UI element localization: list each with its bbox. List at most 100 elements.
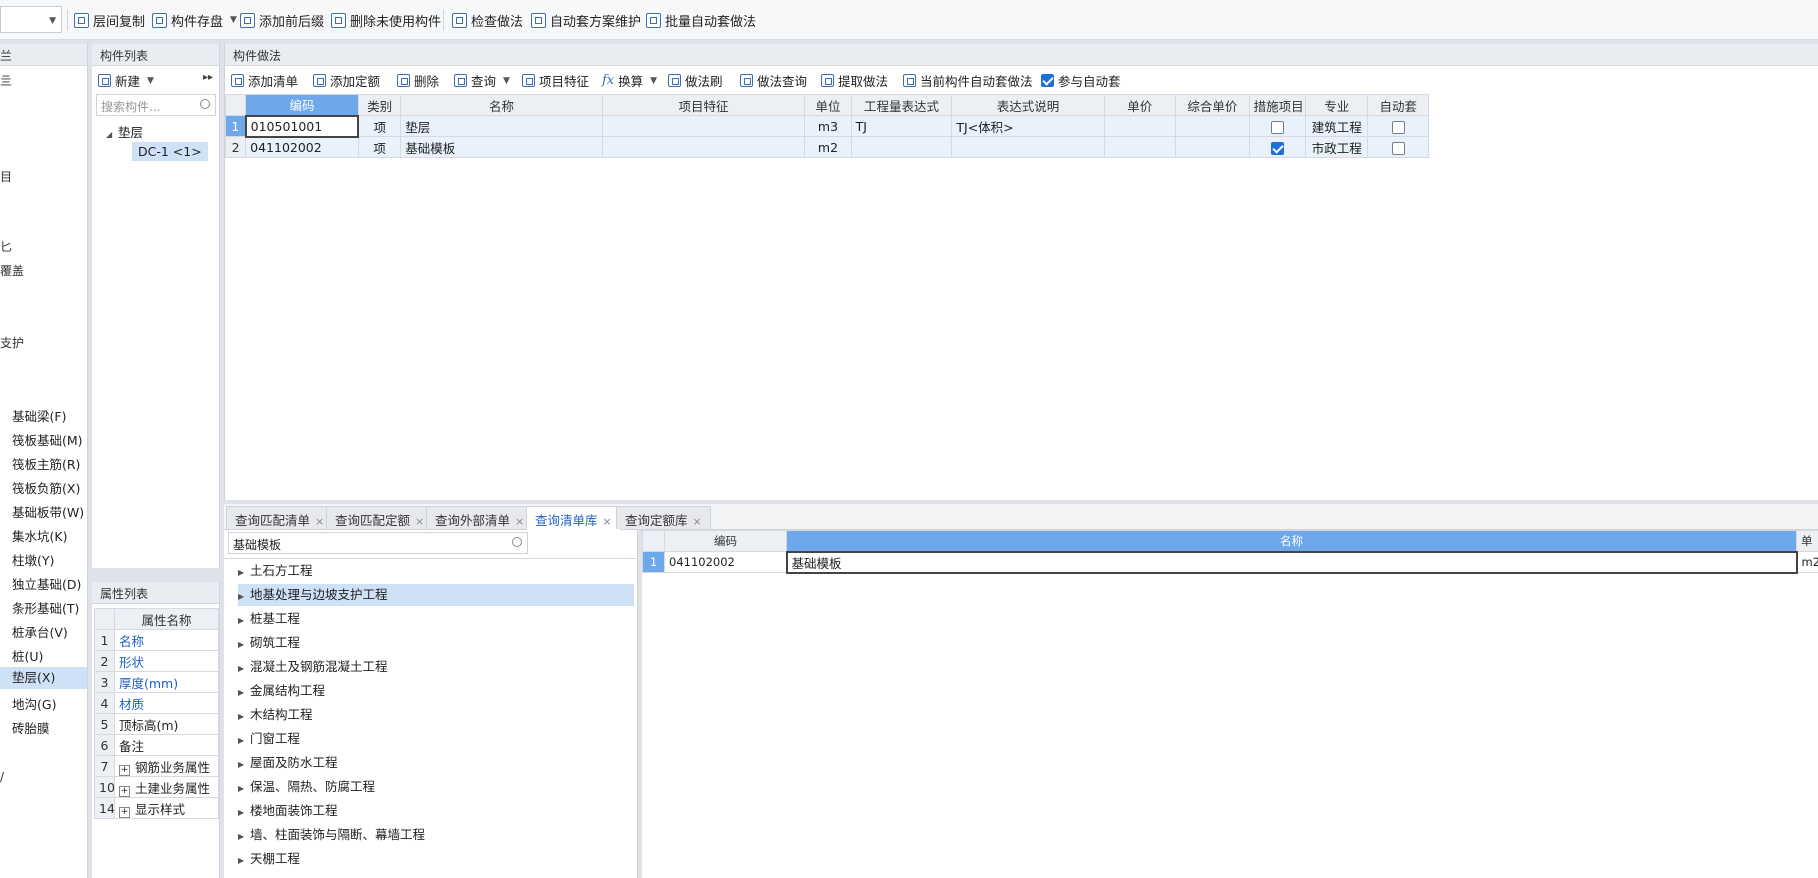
tree-item[interactable]: ▶ 桩基工程 — [238, 608, 634, 630]
header-total-price[interactable]: 综合单价 — [1175, 94, 1250, 116]
query-button[interactable]: 查询 ▼ — [454, 71, 510, 90]
expand-arrow-icon[interactable]: ▶ — [238, 802, 250, 824]
table-row[interactable]: 6 备注 — [94, 734, 219, 756]
collapse-icon[interactable]: ◢ — [106, 130, 118, 139]
expand-arrow-icon[interactable]: ▶ — [238, 754, 250, 776]
header-price[interactable]: 单价 — [1103, 94, 1177, 116]
nav-item-pile[interactable]: 桩(U) — [12, 646, 43, 665]
expand-arrow-icon[interactable]: ▶ — [238, 730, 250, 752]
code-cell[interactable]: 010501001 — [244, 114, 360, 138]
expand-arrow-icon[interactable]: ▶ — [238, 826, 250, 848]
floor-select[interactable]: ▼ — [0, 6, 62, 33]
tree-item[interactable]: ▶ 楼地面装饰工程 — [238, 800, 634, 822]
header-expr-desc[interactable]: 表达式说明 — [951, 94, 1105, 116]
project-feature-button[interactable]: 项目特征 — [522, 71, 589, 90]
measure-checkbox[interactable] — [1270, 141, 1284, 155]
auto-apply-button[interactable]: 当前构件自动套做法 — [903, 71, 1033, 90]
tab-quota-library[interactable]: 查询定额库 × — [616, 506, 711, 529]
auto-scheme-button[interactable]: 自动套方案维护 — [531, 8, 641, 32]
tree-item[interactable]: ▶ 地基处理与边坡支护工程 — [238, 584, 634, 606]
close-icon[interactable]: × — [315, 515, 324, 528]
header-major[interactable]: 专业 — [1305, 94, 1369, 116]
tree-item[interactable]: ▶ 屋面及防水工程 — [238, 752, 634, 774]
more-icon[interactable]: ▸▸ — [203, 72, 213, 83]
table-row[interactable]: 2 形状 — [94, 650, 219, 672]
table-row[interactable]: 5 顶标高(m) — [94, 713, 219, 735]
auto-apply-checkbox[interactable]: 参与自动套 — [1041, 71, 1121, 90]
close-icon[interactable]: × — [693, 515, 702, 528]
table-row[interactable]: 1 名称 — [94, 629, 219, 651]
conversion-button[interactable]: fx 换算 ▼ — [602, 71, 657, 90]
delete-button[interactable]: 删除 — [397, 71, 439, 90]
nav-item-column-pier[interactable]: 柱墩(Y) — [12, 550, 54, 569]
header-name[interactable]: 名称 — [786, 530, 1797, 552]
check-method-button[interactable]: 检查做法 — [452, 8, 523, 32]
header-unit[interactable]: 单位 — [804, 94, 852, 116]
table-row[interactable]: 1 010501001 项 垫层 m3 TJ TJ<体积> 建筑工程 — [224, 114, 1429, 138]
nav-item-trench[interactable]: 地沟(G) — [12, 694, 56, 713]
expand-icon[interactable]: + — [119, 806, 130, 818]
tree-item[interactable]: ▶ 墙、柱面装饰与隔断、幕墙工程 — [238, 824, 634, 846]
auto-checkbox[interactable] — [1391, 141, 1405, 155]
close-icon[interactable]: × — [515, 515, 524, 528]
save-component-button[interactable]: 构件存盘 ▼ — [152, 8, 237, 32]
copy-layers-button[interactable]: 层间复制 — [74, 8, 145, 32]
tree-item[interactable]: ▶ 木结构工程 — [238, 704, 634, 726]
expand-arrow-icon[interactable]: ▶ — [238, 778, 250, 800]
table-row[interactable]: 1 041102002 基础模板 m2 — [642, 550, 1818, 574]
tab-external-list[interactable]: 查询外部清单 × — [426, 506, 534, 529]
component-search-input[interactable]: 搜索构件... — [96, 94, 216, 116]
nav-item-foundation-beam[interactable]: 基础梁(F) — [12, 406, 66, 425]
header-feature[interactable]: 项目特征 — [601, 94, 806, 116]
header-code[interactable]: 编码 — [664, 530, 787, 552]
add-list-button[interactable]: 添加清单 — [231, 71, 298, 90]
expand-icon[interactable]: + — [119, 785, 130, 797]
add-quota-button[interactable]: 添加定额 — [313, 71, 380, 90]
table-row[interactable]: 4 材质 — [94, 692, 219, 714]
tree-item[interactable]: ▶ 天棚工程 — [238, 848, 634, 870]
tree-node-dc1[interactable]: DC-1 <1> — [132, 142, 208, 161]
nav-item-pile-cap[interactable]: 桩承台(V) — [12, 622, 68, 641]
new-component-button[interactable]: 新建 ▼ — [98, 71, 154, 90]
nav-item-cushion[interactable]: 垫层(X) — [0, 667, 87, 689]
library-search-input[interactable]: 基础模板 — [228, 532, 528, 554]
table-row[interactable]: 7 + 钢筋业务属性 — [94, 755, 219, 777]
expand-arrow-icon[interactable]: ▶ — [238, 850, 250, 872]
delete-unused-button[interactable]: 删除未使用构件 — [331, 8, 441, 32]
tree-item[interactable]: ▶ 混凝土及钢筋混凝土工程 — [238, 656, 634, 678]
tree-item[interactable]: ▶ 门窗工程 — [238, 728, 634, 750]
tab-match-list[interactable]: 查询匹配清单 × — [226, 506, 334, 529]
header-code[interactable]: 编码 — [245, 94, 359, 116]
extract-method-button[interactable]: 提取做法 — [821, 71, 888, 90]
nav-item-isolated-foundation[interactable]: 独立基础(D) — [12, 574, 81, 593]
nav-item-foundation-strip[interactable]: 基础板带(W) — [12, 502, 84, 521]
expand-icon[interactable]: + — [119, 764, 130, 776]
expand-arrow-icon[interactable]: ▶ — [238, 562, 250, 584]
tree-node-cushion[interactable]: ◢ 垫层 — [106, 122, 143, 141]
close-icon[interactable]: × — [603, 515, 612, 528]
tab-list-library[interactable]: 查询清单库 × — [526, 506, 621, 530]
tree-item[interactable]: ▶ 保温、隔热、防腐工程 — [238, 776, 634, 798]
header-unit[interactable]: 单 — [1796, 530, 1818, 552]
expand-arrow-icon[interactable]: ▶ — [238, 658, 250, 680]
table-row[interactable]: 14 + 显示样式 — [94, 797, 219, 819]
tab-match-quota[interactable]: 查询匹配定额 × — [326, 506, 434, 529]
expand-arrow-icon[interactable]: ▶ — [238, 634, 250, 656]
header-type[interactable]: 类别 — [357, 94, 402, 116]
method-query-button[interactable]: 做法查询 — [740, 71, 807, 90]
expand-arrow-icon[interactable]: ▶ — [238, 682, 250, 704]
expand-arrow-icon[interactable]: ▶ — [238, 586, 250, 608]
code-cell[interactable]: 041102002 — [245, 136, 359, 158]
header-expr[interactable]: 工程量表达式 — [850, 94, 953, 116]
measure-checkbox[interactable] — [1270, 120, 1284, 134]
table-row[interactable]: 3 厚度(mm) — [94, 671, 219, 693]
header-name[interactable]: 名称 — [400, 94, 603, 116]
nav-item-sump[interactable]: 集水坑(K) — [12, 526, 67, 545]
expand-arrow-icon[interactable]: ▶ — [238, 610, 250, 632]
method-brush-button[interactable]: 做法刷 — [668, 71, 723, 90]
add-prefix-suffix-button[interactable]: 添加前后缀 — [240, 8, 324, 32]
nav-item-raft-foundation[interactable]: 筏板基础(M) — [12, 430, 83, 449]
header-auto[interactable]: 自动套 — [1367, 94, 1429, 116]
header-measure[interactable]: 措施项目 — [1248, 94, 1307, 116]
tree-item[interactable]: ▶ 土石方工程 — [238, 560, 634, 582]
